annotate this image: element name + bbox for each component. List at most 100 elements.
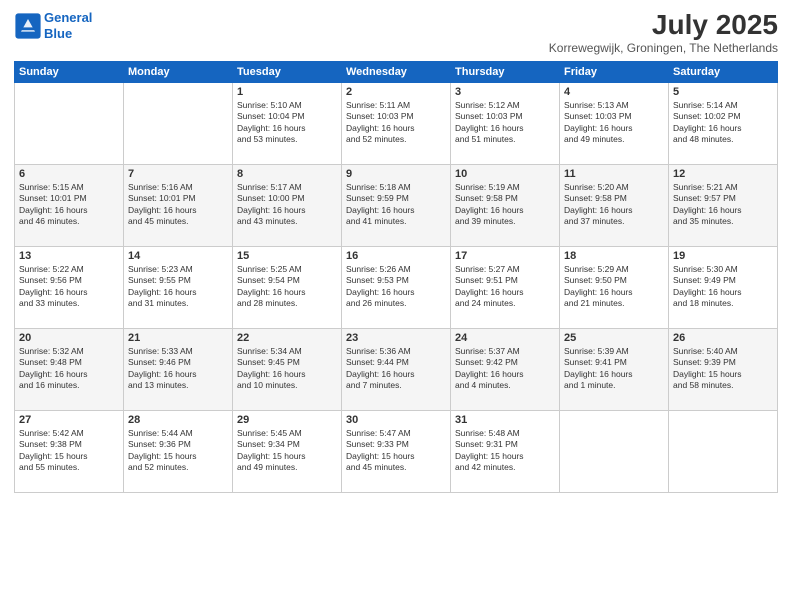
day-info: Sunrise: 5:25 AM Sunset: 9:54 PM Dayligh… bbox=[237, 264, 337, 310]
calendar-cell: 16Sunrise: 5:26 AM Sunset: 9:53 PM Dayli… bbox=[342, 246, 451, 328]
day-info: Sunrise: 5:40 AM Sunset: 9:39 PM Dayligh… bbox=[673, 346, 773, 392]
calendar-cell: 1 Sunrise: 5:10 AM Sunset: 10:04 PM Dayli… bbox=[233, 82, 342, 164]
header: General Blue July 2025 Korrewegwijk, Gro… bbox=[14, 10, 778, 55]
day-number: 28 bbox=[128, 414, 228, 426]
day-number: 29 bbox=[237, 414, 337, 426]
calendar-cell: 8Sunrise: 5:17 AM Sunset: 10:00 PM Dayli… bbox=[233, 164, 342, 246]
calendar-week-row: 6Sunrise: 5:15 AM Sunset: 10:01 PM Dayli… bbox=[15, 164, 778, 246]
day-info: Sunrise: 5:10 AM Sunset: 10:04 PM Daylig… bbox=[237, 100, 337, 146]
calendar-cell: 24 Sunrise: 5:37 AM Sunset: 9:42 PM Dayli… bbox=[451, 328, 560, 410]
calendar-cell: 5 Sunrise: 5:14 AM Sunset: 10:02 PM Dayli… bbox=[669, 82, 778, 164]
calendar-cell: 4 Sunrise: 5:13 AM Sunset: 10:03 PM Dayli… bbox=[560, 82, 669, 164]
calendar-cell: 19 Sunrise: 5:30 AM Sunset: 9:49 PM Dayli… bbox=[669, 246, 778, 328]
day-number: 9 bbox=[346, 168, 446, 180]
page: General Blue July 2025 Korrewegwijk, Gro… bbox=[0, 0, 792, 612]
weekday-header-thursday: Thursday bbox=[451, 61, 560, 82]
calendar-cell: 30Sunrise: 5:47 AM Sunset: 9:33 PM Dayli… bbox=[342, 410, 451, 492]
title-section: July 2025 Korrewegwijk, Groningen, The N… bbox=[549, 10, 778, 55]
calendar-cell: 2 Sunrise: 5:11 AM Sunset: 10:03 PM Dayli… bbox=[342, 82, 451, 164]
calendar-cell: 13 Sunrise: 5:22 AM Sunset: 9:56 PM Dayli… bbox=[15, 246, 124, 328]
day-info: Sunrise: 5:45 AM Sunset: 9:34 PM Dayligh… bbox=[237, 428, 337, 474]
day-info: Sunrise: 5:42 AM Sunset: 9:38 PM Dayligh… bbox=[19, 428, 119, 474]
calendar-cell: 22 Sunrise: 5:34 AM Sunset: 9:45 PM Dayli… bbox=[233, 328, 342, 410]
calendar-week-row: 13 Sunrise: 5:22 AM Sunset: 9:56 PM Dayli… bbox=[15, 246, 778, 328]
day-info: Sunrise: 5:23 AM Sunset: 9:55 PM Dayligh… bbox=[128, 264, 228, 310]
day-info: Sunrise: 5:34 AM Sunset: 9:45 PM Dayligh… bbox=[237, 346, 337, 392]
day-number: 21 bbox=[128, 332, 228, 344]
calendar-cell: 23 Sunrise: 5:36 AM Sunset: 9:44 PM Dayli… bbox=[342, 328, 451, 410]
day-info: Sunrise: 5:32 AM Sunset: 9:48 PM Dayligh… bbox=[19, 346, 119, 392]
weekday-header-tuesday: Tuesday bbox=[233, 61, 342, 82]
day-info: Sunrise: 5:37 AM Sunset: 9:42 PM Dayligh… bbox=[455, 346, 555, 392]
day-number: 11 bbox=[564, 168, 664, 180]
calendar-cell: 28 Sunrise: 5:44 AM Sunset: 9:36 PM Dayli… bbox=[124, 410, 233, 492]
weekday-header-monday: Monday bbox=[124, 61, 233, 82]
month-title: July 2025 bbox=[549, 10, 778, 41]
day-number: 17 bbox=[455, 250, 555, 262]
day-number: 25 bbox=[564, 332, 664, 344]
calendar-cell bbox=[15, 82, 124, 164]
calendar-cell bbox=[560, 410, 669, 492]
day-number: 24 bbox=[455, 332, 555, 344]
day-number: 1 bbox=[237, 86, 337, 98]
day-info: Sunrise: 5:29 AM Sunset: 9:50 PM Dayligh… bbox=[564, 264, 664, 310]
day-info: Sunrise: 5:12 AM Sunset: 10:03 PM Daylig… bbox=[455, 100, 555, 146]
day-number: 5 bbox=[673, 86, 773, 98]
calendar-week-row: 20Sunrise: 5:32 AM Sunset: 9:48 PM Dayli… bbox=[15, 328, 778, 410]
day-number: 22 bbox=[237, 332, 337, 344]
calendar-cell: 27 Sunrise: 5:42 AM Sunset: 9:38 PM Dayli… bbox=[15, 410, 124, 492]
day-info: Sunrise: 5:33 AM Sunset: 9:46 PM Dayligh… bbox=[128, 346, 228, 392]
day-number: 19 bbox=[673, 250, 773, 262]
day-number: 14 bbox=[128, 250, 228, 262]
calendar-cell: 10 Sunrise: 5:19 AM Sunset: 9:58 PM Dayli… bbox=[451, 164, 560, 246]
logo-line1: General bbox=[44, 10, 92, 25]
weekday-header-wednesday: Wednesday bbox=[342, 61, 451, 82]
day-number: 6 bbox=[19, 168, 119, 180]
logo-text: General Blue bbox=[44, 10, 92, 41]
calendar-cell: 31Sunrise: 5:48 AM Sunset: 9:31 PM Dayli… bbox=[451, 410, 560, 492]
calendar-cell: 21 Sunrise: 5:33 AM Sunset: 9:46 PM Dayli… bbox=[124, 328, 233, 410]
day-number: 23 bbox=[346, 332, 446, 344]
calendar-cell: 18Sunrise: 5:29 AM Sunset: 9:50 PM Dayli… bbox=[560, 246, 669, 328]
day-number: 2 bbox=[346, 86, 446, 98]
day-number: 26 bbox=[673, 332, 773, 344]
calendar-cell: 6Sunrise: 5:15 AM Sunset: 10:01 PM Dayli… bbox=[15, 164, 124, 246]
day-info: Sunrise: 5:36 AM Sunset: 9:44 PM Dayligh… bbox=[346, 346, 446, 392]
logo-line2: Blue bbox=[44, 26, 72, 41]
day-info: Sunrise: 5:14 AM Sunset: 10:02 PM Daylig… bbox=[673, 100, 773, 146]
day-number: 4 bbox=[564, 86, 664, 98]
day-number: 10 bbox=[455, 168, 555, 180]
day-info: Sunrise: 5:18 AM Sunset: 9:59 PM Dayligh… bbox=[346, 182, 446, 228]
location-subtitle: Korrewegwijk, Groningen, The Netherlands bbox=[549, 41, 778, 55]
calendar-table: SundayMondayTuesdayWednesdayThursdayFrid… bbox=[14, 61, 778, 493]
day-number: 3 bbox=[455, 86, 555, 98]
day-info: Sunrise: 5:21 AM Sunset: 9:57 PM Dayligh… bbox=[673, 182, 773, 228]
calendar-header-row: SundayMondayTuesdayWednesdayThursdayFrid… bbox=[15, 61, 778, 82]
day-info: Sunrise: 5:13 AM Sunset: 10:03 PM Daylig… bbox=[564, 100, 664, 146]
calendar-cell: 7 Sunrise: 5:16 AM Sunset: 10:01 PM Dayli… bbox=[124, 164, 233, 246]
day-number: 16 bbox=[346, 250, 446, 262]
day-number: 7 bbox=[128, 168, 228, 180]
calendar-cell: 25Sunrise: 5:39 AM Sunset: 9:41 PM Dayli… bbox=[560, 328, 669, 410]
day-info: Sunrise: 5:30 AM Sunset: 9:49 PM Dayligh… bbox=[673, 264, 773, 310]
logo-icon bbox=[14, 12, 42, 40]
day-info: Sunrise: 5:47 AM Sunset: 9:33 PM Dayligh… bbox=[346, 428, 446, 474]
calendar-cell: 15Sunrise: 5:25 AM Sunset: 9:54 PM Dayli… bbox=[233, 246, 342, 328]
day-info: Sunrise: 5:22 AM Sunset: 9:56 PM Dayligh… bbox=[19, 264, 119, 310]
day-info: Sunrise: 5:27 AM Sunset: 9:51 PM Dayligh… bbox=[455, 264, 555, 310]
weekday-header-sunday: Sunday bbox=[15, 61, 124, 82]
logo: General Blue bbox=[14, 10, 92, 41]
calendar-cell: 3 Sunrise: 5:12 AM Sunset: 10:03 PM Dayli… bbox=[451, 82, 560, 164]
day-number: 12 bbox=[673, 168, 773, 180]
weekday-header-friday: Friday bbox=[560, 61, 669, 82]
day-number: 13 bbox=[19, 250, 119, 262]
day-number: 31 bbox=[455, 414, 555, 426]
calendar-cell: 29 Sunrise: 5:45 AM Sunset: 9:34 PM Dayli… bbox=[233, 410, 342, 492]
day-info: Sunrise: 5:16 AM Sunset: 10:01 PM Daylig… bbox=[128, 182, 228, 228]
day-info: Sunrise: 5:19 AM Sunset: 9:58 PM Dayligh… bbox=[455, 182, 555, 228]
calendar-cell: 17 Sunrise: 5:27 AM Sunset: 9:51 PM Dayli… bbox=[451, 246, 560, 328]
day-info: Sunrise: 5:11 AM Sunset: 10:03 PM Daylig… bbox=[346, 100, 446, 146]
calendar-cell bbox=[669, 410, 778, 492]
day-number: 27 bbox=[19, 414, 119, 426]
day-info: Sunrise: 5:44 AM Sunset: 9:36 PM Dayligh… bbox=[128, 428, 228, 474]
